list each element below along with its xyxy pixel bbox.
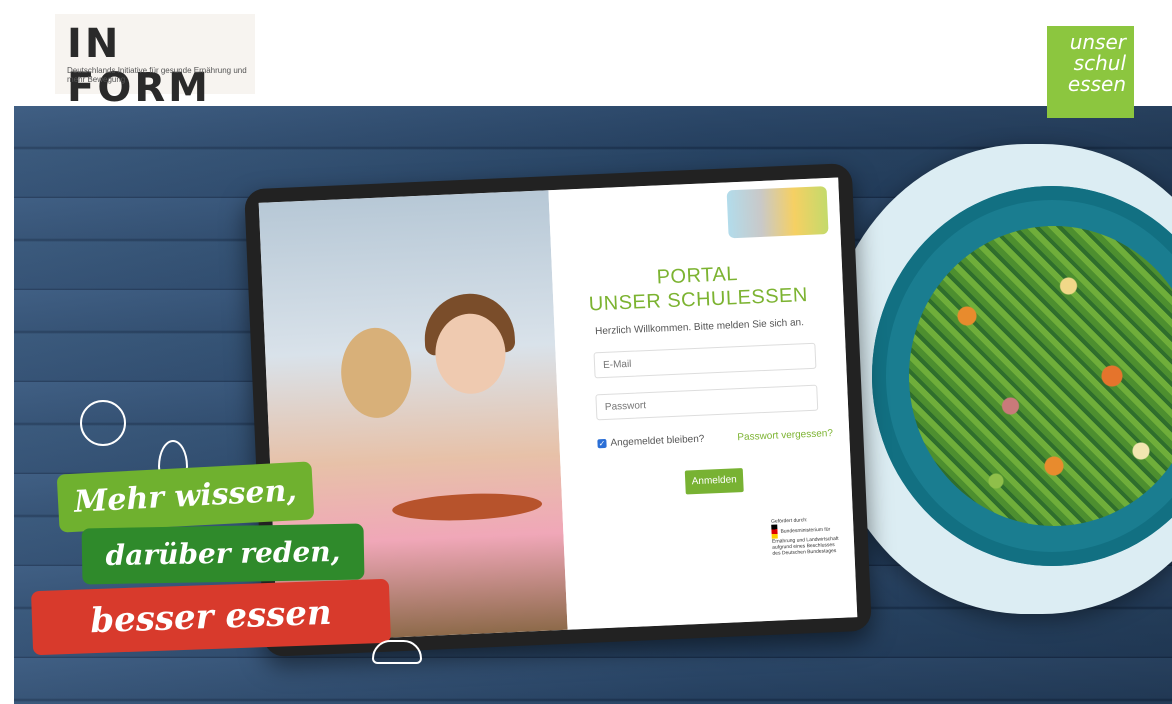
slogan-text-2: darüber reden, [105, 534, 341, 573]
german-eagle-flag-icon [771, 524, 778, 539]
slogan-line-3: besser essen [30, 578, 392, 656]
remember-me-checkbox[interactable]: ✓ Angemeldet bleiben? [597, 433, 705, 450]
unser-schulessen-logo[interactable]: unser schul essen [1047, 26, 1134, 118]
inform-logo[interactable]: IN FORM Deutschlands Initiative für gesu… [55, 14, 255, 110]
funder-note: aufgrund eines Beschlusses des Deutschen… [772, 542, 837, 557]
checkbox-checked-icon[interactable]: ✓ [597, 438, 607, 449]
food-tray [391, 490, 543, 524]
email-field[interactable] [593, 342, 817, 379]
brand-logo-line2: schul [1073, 51, 1126, 75]
slogan-text-3: besser essen [89, 592, 333, 642]
remember-me-label: Angemeldet bleiben? [610, 433, 705, 449]
welcome-text: Herzlich Willkommen. Bitte melden Sie si… [594, 317, 805, 338]
second-child [339, 326, 414, 420]
portal-title: PORTAL UNSER SCHULESSEN [552, 257, 844, 318]
kids-illustration-logo [726, 186, 829, 239]
login-button[interactable]: Anmelden [684, 467, 744, 495]
slogan-line-2: darüber reden, [81, 523, 365, 585]
page-header: IN FORM Deutschlands Initiative für gesu… [0, 0, 1172, 118]
mushroom-sketch-icon [372, 640, 422, 664]
login-panel: PORTAL UNSER SCHULESSEN Herzlich Willkom… [548, 177, 858, 630]
forgot-password-link[interactable]: Passwort vergessen? [737, 428, 833, 443]
tomato-sketch-icon [80, 400, 126, 446]
inform-logo-tagline: Deutschlands Initiative für gesunde Ernä… [67, 66, 247, 84]
brand-logo-line1: unser [1069, 30, 1126, 54]
brand-logo-line3: essen [1067, 72, 1126, 96]
funder-block: Gefördert durch: Bundesministerium für E… [771, 516, 843, 557]
password-field[interactable] [595, 384, 819, 421]
